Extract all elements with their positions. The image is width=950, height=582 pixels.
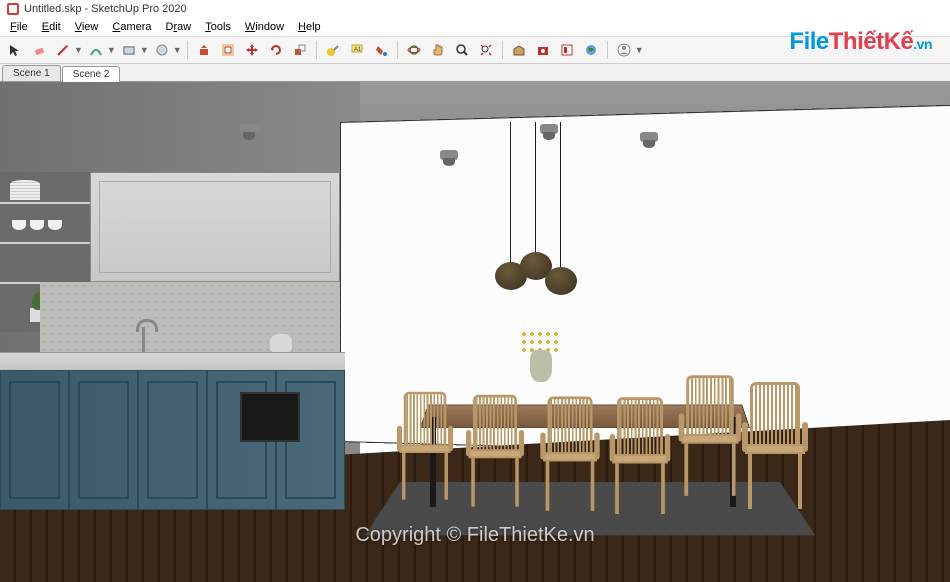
dining-chair <box>608 397 672 517</box>
zoom-extents-tool[interactable] <box>475 39 497 61</box>
logo-watermark: FileThiếtKế.vn <box>789 28 932 56</box>
line-tool[interactable] <box>52 39 74 61</box>
move-tool[interactable] <box>241 39 263 61</box>
menu-camera[interactable]: Camera <box>106 20 157 34</box>
dropdown-icon[interactable]: ▼ <box>107 45 116 55</box>
rectangle-tool[interactable] <box>118 39 140 61</box>
toolbar-separator <box>502 41 503 59</box>
menu-tools[interactable]: Tools <box>199 20 237 34</box>
menu-window[interactable]: Window <box>239 20 290 34</box>
dining-chair <box>464 395 526 509</box>
pan-tool[interactable] <box>427 39 449 61</box>
tape-tool[interactable] <box>322 39 344 61</box>
3d-viewport[interactable] <box>0 82 950 582</box>
extension-warehouse-tool[interactable] <box>532 39 554 61</box>
toolbar-separator <box>187 41 188 59</box>
bowls-icon <box>12 220 62 234</box>
select-tool[interactable] <box>4 39 26 61</box>
orbit-tool[interactable] <box>403 39 425 61</box>
dropdown-icon[interactable]: ▼ <box>635 45 644 55</box>
user-account[interactable] <box>613 39 635 61</box>
app-icon <box>6 2 20 16</box>
scale-tool[interactable] <box>289 39 311 61</box>
menu-draw[interactable]: Draw <box>160 20 198 34</box>
dining-chair <box>677 375 744 499</box>
scene-tab-2[interactable]: Scene 2 <box>62 66 121 82</box>
3d-warehouse-tool[interactable] <box>508 39 530 61</box>
window-title: Untitled.skp - SketchUp Pro 2020 <box>24 3 187 15</box>
paint-tool[interactable] <box>370 39 392 61</box>
title-bar: Untitled.skp - SketchUp Pro 2020 <box>0 0 950 18</box>
scene-tabs: Scene 1 Scene 2 <box>0 64 950 82</box>
pendant-lights <box>480 122 600 302</box>
text-tool[interactable]: A1 <box>346 39 368 61</box>
backsplash <box>40 282 340 352</box>
ceiling-spotlight <box>440 150 458 160</box>
toolbar-separator <box>397 41 398 59</box>
dropdown-icon[interactable]: ▼ <box>74 45 83 55</box>
dining-chair <box>539 397 602 514</box>
scene-tab-1[interactable]: Scene 1 <box>2 65 61 81</box>
arc-tool[interactable] <box>85 39 107 61</box>
dropdown-icon[interactable]: ▼ <box>173 45 182 55</box>
toolbar-separator <box>316 41 317 59</box>
kettle <box>270 334 292 352</box>
dining-chair <box>740 382 810 512</box>
toolbar-separator <box>607 41 608 59</box>
ceiling-spotlight <box>240 124 258 134</box>
menu-view[interactable]: View <box>69 20 105 34</box>
layout-tool[interactable] <box>556 39 578 61</box>
circle-tool[interactable] <box>151 39 173 61</box>
plates-icon <box>10 180 40 200</box>
rotate-tool[interactable] <box>265 39 287 61</box>
zoom-tool[interactable] <box>451 39 473 61</box>
svg-text:A1: A1 <box>354 47 362 53</box>
dining-chair <box>395 392 455 503</box>
oven <box>240 392 300 442</box>
countertop <box>0 352 345 370</box>
eraser-tool[interactable] <box>28 39 50 61</box>
scene-content <box>0 82 950 582</box>
upper-cabinets <box>90 172 340 282</box>
vase <box>530 350 552 382</box>
menu-help[interactable]: Help <box>292 20 327 34</box>
menu-file[interactable]: File <box>4 20 34 34</box>
pushpull-tool[interactable] <box>193 39 215 61</box>
offset-tool[interactable] <box>217 39 239 61</box>
ceiling-spotlight <box>640 132 658 142</box>
add-location-tool[interactable] <box>580 39 602 61</box>
dropdown-icon[interactable]: ▼ <box>140 45 149 55</box>
menu-edit[interactable]: Edit <box>36 20 67 34</box>
